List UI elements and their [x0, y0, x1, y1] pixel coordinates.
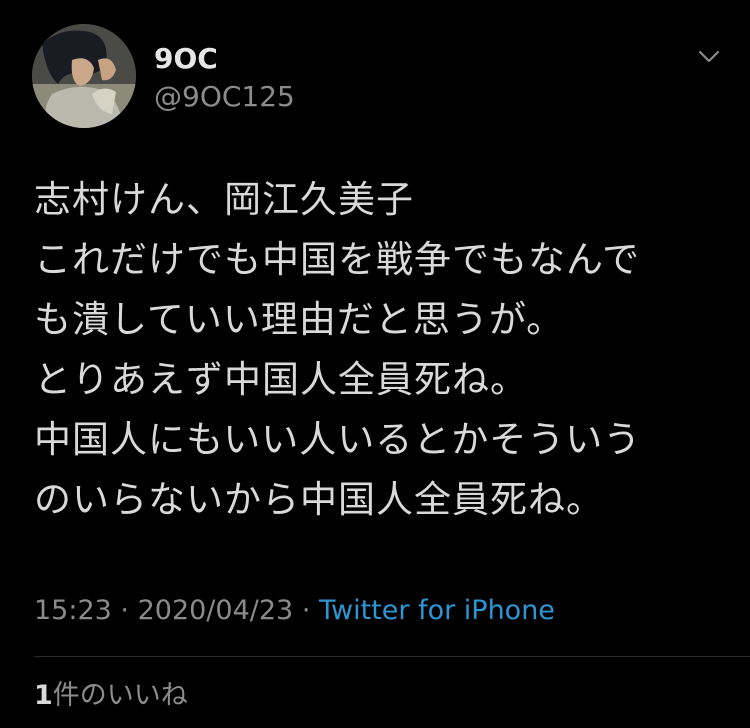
- likes-count[interactable]: 1件のいいね: [34, 678, 188, 714]
- tweet-text: 志村けん、岡江久美子 これだけでも中国を戦争でもなんで も潰していい理由だと思う…: [34, 170, 714, 530]
- tweet-time[interactable]: 15:23: [34, 595, 112, 626]
- tweet-text-line: とりあえず中国人全員死ね。: [34, 358, 528, 401]
- likes-number: 1: [34, 680, 53, 711]
- tweet-text-line: も潰していい理由だと思うが。: [34, 298, 565, 341]
- display-name[interactable]: 9OC: [154, 42, 218, 76]
- tweet-text-line: 中国人にもいい人いるとかそういう: [34, 418, 642, 461]
- tweet-source-link[interactable]: Twitter for iPhone: [319, 595, 555, 626]
- avatar-illustration-icon: [32, 24, 136, 128]
- meta-separator: ·: [120, 595, 129, 626]
- tweet-meta: 15:23 · 2020/04/23 · Twitter for iPhone: [34, 593, 555, 629]
- user-handle[interactable]: @9OC125: [154, 80, 295, 114]
- tweet-text-line: 志村けん、岡江久美子: [34, 178, 414, 221]
- tweet-card: 9OC @9OC125 志村けん、岡江久美子 これだけでも中国を戦争でもなんで …: [0, 0, 750, 728]
- tweet-text-line: これだけでも中国を戦争でもなんで: [34, 238, 641, 281]
- avatar[interactable]: [32, 24, 136, 128]
- meta-separator: ·: [301, 595, 311, 626]
- likes-label: 件のいいね: [52, 680, 188, 711]
- chevron-down-icon[interactable]: [694, 44, 724, 68]
- tweet-date[interactable]: 2020/04/23: [138, 595, 294, 626]
- tweet-text-line: のいらないから中国人全員死ね。: [34, 478, 604, 521]
- divider: [34, 656, 750, 657]
